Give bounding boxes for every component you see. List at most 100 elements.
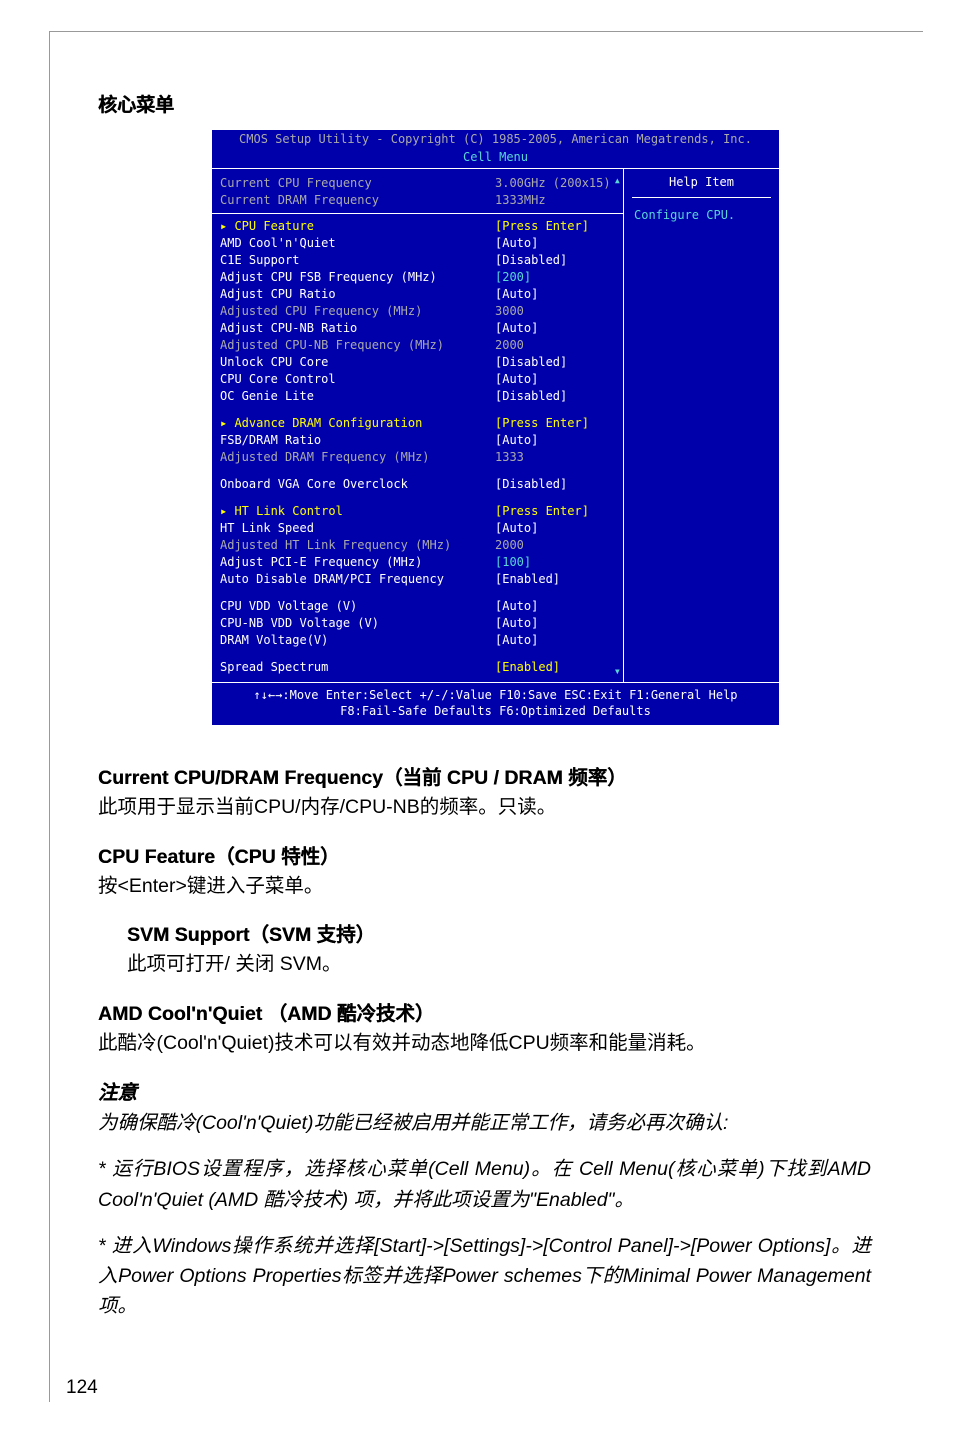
bios-setting-value: [Auto] (495, 520, 615, 537)
bios-setting-value: [Press Enter] (495, 415, 615, 432)
bios-setting-label: AMD Cool'n'Quiet (220, 235, 495, 252)
descriptions: Current CPU/DRAM Frequency（当前 CPU / DRAM… (98, 764, 871, 1058)
description-body: 此项可打开/ 关闭 SVM。 (127, 950, 871, 979)
bios-setting-label: Adjusted HT Link Frequency (MHz) (220, 537, 495, 554)
note-item: * 运行BIOS设置程序，选择核心菜单(Cell Menu)。在 Cell Me… (98, 1154, 871, 1214)
bios-setting-label: Spread Spectrum (220, 659, 495, 676)
bios-setting-label: Adjusted CPU Frequency (MHz) (220, 303, 495, 320)
bios-setting-label: Adjust CPU-NB Ratio (220, 320, 495, 337)
bios-setting-value: [Auto] (495, 320, 615, 337)
bios-setting-label: Adjust CPU FSB Frequency (MHz) (220, 269, 495, 286)
bios-setting-label: CPU Core Control (220, 371, 495, 388)
bios-setting-value: [Enabled] (495, 659, 615, 676)
bios-setting-row: CPU VDD Voltage (V)[Auto] (220, 598, 615, 615)
bios-setting-row: Adjust PCI-E Frequency (MHz)[100] (220, 554, 615, 571)
bios-setting-row: C1E Support[Disabled] (220, 252, 615, 269)
bios-setting-row: Adjusted DRAM Frequency (MHz)1333 (220, 449, 615, 466)
bios-setting-label: OC Genie Lite (220, 388, 495, 405)
bios-setting-value: [Disabled] (495, 354, 615, 371)
bios-setting-value: [Disabled] (495, 388, 615, 405)
bios-row-gap (220, 405, 615, 415)
bios-setting-value: [200] (495, 269, 615, 286)
bios-setting-label: Onboard VGA Core Overclock (220, 476, 495, 493)
bios-setting-value: [100] (495, 554, 615, 571)
bios-setting-value: [Auto] (495, 286, 615, 303)
bios-setting-row: Current DRAM Frequency1333MHz (220, 192, 615, 209)
bios-setting-value: 1333MHz (495, 192, 615, 209)
description-block: Current CPU/DRAM Frequency（当前 CPU / DRAM… (98, 764, 871, 823)
bios-setting-row: CPU-NB VDD Voltage (V)[Auto] (220, 615, 615, 632)
scroll-up-icon: ▴ (614, 173, 621, 187)
bios-setting-row: OC Genie Lite[Disabled] (220, 388, 615, 405)
note-title: 注意 (98, 1078, 871, 1109)
bios-titlebar: CMOS Setup Utility - Copyright (C) 1985-… (212, 130, 779, 148)
description-title: SVM Support（SVM 支持） (127, 921, 871, 950)
description-block: SVM Support（SVM 支持）此项可打开/ 关闭 SVM。 (127, 921, 871, 980)
bios-setting-label: ▸ HT Link Control (220, 503, 495, 520)
bios-settings-panel: ▴ ▾ Current CPU Frequency3.00GHz (200x15… (212, 169, 624, 682)
bios-setting-row: CPU Core Control[Auto] (220, 371, 615, 388)
bios-setting-row: Adjusted HT Link Frequency (MHz)2000 (220, 537, 615, 554)
bios-setting-row: Onboard VGA Core Overclock[Disabled] (220, 476, 615, 493)
bios-setting-label: ▸ Advance DRAM Configuration (220, 415, 495, 432)
bios-setting-label: Unlock CPU Core (220, 354, 495, 371)
bios-setting-value: [Auto] (495, 615, 615, 632)
bios-setting-value: [Press Enter] (495, 503, 615, 520)
bios-setting-value: 2000 (495, 537, 615, 554)
bios-setting-row: FSB/DRAM Ratio[Auto] (220, 432, 615, 449)
bios-setting-value: [Auto] (495, 371, 615, 388)
bios-row-gap (220, 588, 615, 598)
bios-help-panel: Help Item Configure CPU. (624, 169, 779, 682)
bios-setting-label: Adjusted DRAM Frequency (MHz) (220, 449, 495, 466)
bios-setting-value: [Press Enter] (495, 218, 615, 235)
note-item: * 进入Windows操作系统并选择[Start]->[Settings]->[… (98, 1231, 871, 1322)
description-body: 按<Enter>键进入子菜单。 (98, 872, 871, 901)
description-body: 此项用于显示当前CPU/内存/CPU-NB的频率。只读。 (98, 793, 871, 822)
bios-setting-row: ▸ Advance DRAM Configuration[Press Enter… (220, 415, 615, 432)
bios-setting-value: [Auto] (495, 632, 615, 649)
note-lead: 为确保酷冷(Cool'n'Quiet)功能已经被启用并能正常工作，请务必再次确认… (98, 1109, 871, 1138)
bios-setting-row: Adjusted CPU Frequency (MHz)3000 (220, 303, 615, 320)
bios-setting-row: Adjusted CPU-NB Frequency (MHz)2000 (220, 337, 615, 354)
bios-setting-label: Adjust PCI-E Frequency (MHz) (220, 554, 495, 571)
bios-footer-line2: F8:Fail-Safe Defaults F6:Optimized Defau… (212, 703, 779, 719)
bios-setting-row: ▸ HT Link Control[Press Enter] (220, 503, 615, 520)
page-content: 核心菜单 CMOS Setup Utility - Copyright (C) … (98, 90, 871, 1322)
bios-setting-value: 3000 (495, 303, 615, 320)
bios-setting-row: Auto Disable DRAM/PCI Frequency[Enabled] (220, 571, 615, 588)
bios-main: ▴ ▾ Current CPU Frequency3.00GHz (200x15… (212, 169, 779, 682)
bios-setting-row: Adjust CPU-NB Ratio[Auto] (220, 320, 615, 337)
bios-setting-row: Adjust CPU FSB Frequency (MHz)[200] (220, 269, 615, 286)
bios-setting-label: CPU-NB VDD Voltage (V) (220, 615, 495, 632)
description-title: AMD Cool'n'Quiet （AMD 酷冷技术） (98, 1000, 871, 1029)
bios-setting-value: [Auto] (495, 432, 615, 449)
bios-setting-label: ▸ CPU Feature (220, 218, 495, 235)
bios-setting-value: [Disabled] (495, 476, 615, 493)
bios-help-body: Configure CPU. (632, 197, 771, 222)
bios-divider (212, 213, 623, 214)
bios-setting-value: [Auto] (495, 598, 615, 615)
description-block: CPU Feature（CPU 特性）按<Enter>键进入子菜单。 (98, 843, 871, 902)
bios-setting-label: Auto Disable DRAM/PCI Frequency (220, 571, 495, 588)
bios-setting-row: AMD Cool'n'Quiet[Auto] (220, 235, 615, 252)
bios-setting-row: Spread Spectrum[Enabled] (220, 659, 615, 676)
bios-setting-value: [Auto] (495, 235, 615, 252)
bios-setting-label: Adjust CPU Ratio (220, 286, 495, 303)
bios-subtitle: Cell Menu (212, 148, 779, 169)
bios-setting-value: 1333 (495, 449, 615, 466)
bios-setting-row: ▸ CPU Feature[Press Enter] (220, 218, 615, 235)
bios-setting-label: Adjusted CPU-NB Frequency (MHz) (220, 337, 495, 354)
bios-setting-value: 3.00GHz (200x15) (495, 175, 615, 192)
bios-screenshot: CMOS Setup Utility - Copyright (C) 1985-… (211, 129, 780, 726)
description-title: CPU Feature（CPU 特性） (98, 843, 871, 872)
bios-setting-value: [Disabled] (495, 252, 615, 269)
note-items: * 运行BIOS设置程序，选择核心菜单(Cell Menu)。在 Cell Me… (98, 1154, 871, 1321)
bios-setting-label: Current CPU Frequency (220, 175, 495, 192)
note-block: 注意 为确保酷冷(Cool'n'Quiet)功能已经被启用并能正常工作，请务必再… (98, 1078, 871, 1322)
bios-row-gap (220, 466, 615, 476)
page-number: 124 (66, 1377, 98, 1399)
bios-setting-row: HT Link Speed[Auto] (220, 520, 615, 537)
description-block: AMD Cool'n'Quiet （AMD 酷冷技术）此酷冷(Cool'n'Qu… (98, 1000, 871, 1059)
bios-row-gap (220, 649, 615, 659)
bios-setting-label: DRAM Voltage(V) (220, 632, 495, 649)
